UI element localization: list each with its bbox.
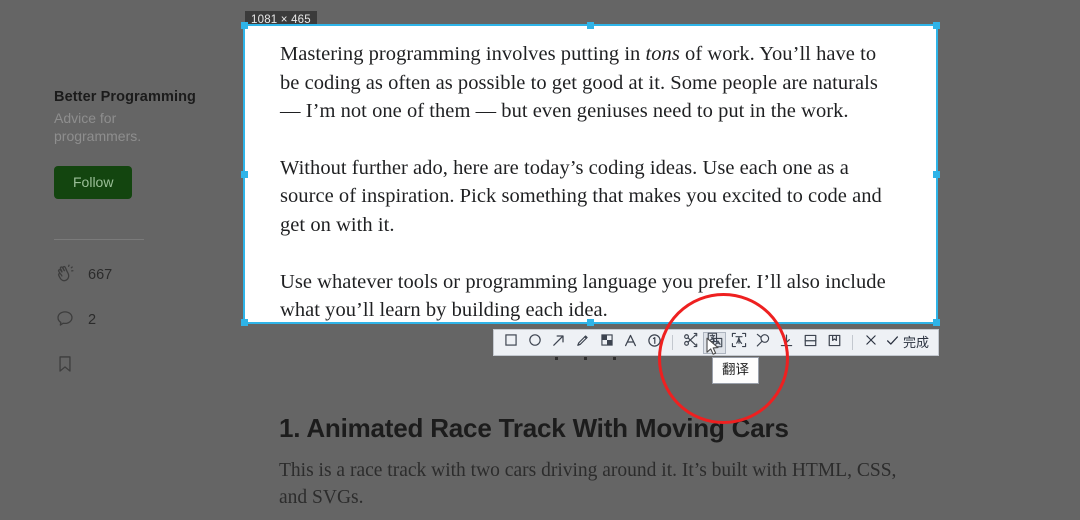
article-stats: 667 2 — [54, 260, 204, 395]
brush-size-dot-medium — [584, 357, 587, 360]
close-x-icon — [864, 333, 878, 352]
pencil-icon — [575, 333, 590, 353]
arrow-up-right-icon — [551, 333, 566, 353]
magnifier-icon — [755, 332, 771, 353]
text-tool[interactable] — [619, 332, 642, 354]
text-recognition-button[interactable] — [727, 332, 750, 354]
pen-tool[interactable] — [571, 332, 594, 354]
clap-icon — [54, 263, 76, 285]
follow-button[interactable]: Follow — [54, 166, 133, 200]
pin-window-icon — [803, 333, 818, 353]
step-number-tool[interactable] — [643, 332, 666, 354]
resize-handle-top-left[interactable] — [241, 22, 248, 29]
brush-size-dot-large — [613, 357, 616, 360]
screenshot-root: Better Programming Advice for programmer… — [0, 0, 1080, 520]
pin-to-screen-button[interactable] — [799, 332, 822, 354]
check-icon — [885, 333, 900, 353]
sidebar-divider — [54, 239, 144, 240]
bookmark-button[interactable] — [823, 332, 846, 354]
translate-icon — [707, 332, 723, 353]
paragraph-3: Use whatever tools or programming langua… — [280, 270, 886, 322]
resize-handle-middle-right[interactable] — [933, 171, 940, 178]
square-icon — [504, 333, 518, 352]
claps-stat[interactable]: 667 — [54, 260, 204, 288]
toolbar-separator-2 — [852, 335, 853, 350]
bookmark-icon — [54, 353, 76, 375]
resize-handle-top-center[interactable] — [587, 22, 594, 29]
comment-icon — [54, 308, 76, 330]
letter-a-icon — [623, 333, 638, 353]
search-image-button[interactable] — [751, 332, 774, 354]
text-frame-icon — [731, 332, 747, 353]
bookmark-stat[interactable] — [54, 350, 204, 378]
captured-article-text: Mastering programming involves putting i… — [245, 26, 936, 325]
toolbar-separator-1 — [672, 335, 673, 350]
translate-tooltip: 翻译 — [712, 357, 759, 384]
publication-description: Advice for programmers. — [54, 110, 142, 145]
section-heading: 1. Animated Race Track With Moving Cars — [279, 413, 789, 443]
rectangle-tool[interactable] — [499, 332, 522, 354]
resize-handle-bottom-right[interactable] — [933, 319, 940, 326]
numbered-circle-icon — [647, 333, 662, 353]
resize-handle-middle-left[interactable] — [241, 171, 248, 178]
resize-handle-top-right[interactable] — [933, 22, 940, 29]
save-button[interactable] — [775, 332, 798, 354]
confirm-button[interactable]: 完成 — [883, 333, 933, 353]
circle-icon — [528, 333, 542, 352]
publication-title: Better Programming — [54, 89, 196, 105]
comments-stat[interactable]: 2 — [54, 305, 204, 333]
confirm-button-label: 完成 — [903, 335, 930, 350]
capture-selection-region[interactable]: Mastering programming involves putting i… — [241, 22, 940, 326]
publication-sidebar: Better Programming Advice for programmer… — [54, 88, 204, 200]
mosaic-tool[interactable] — [595, 332, 618, 354]
download-icon — [779, 333, 794, 353]
paragraph-1: Mastering programming involves putting i… — [280, 43, 878, 123]
comments-count: 2 — [88, 311, 97, 328]
article-below-capture: 1. Animated Race Track With Moving Cars … — [279, 412, 899, 512]
translate-button[interactable] — [703, 331, 726, 354]
brush-size-dot-small — [555, 357, 558, 360]
brush-size-indicators — [555, 357, 616, 360]
cancel-button[interactable] — [859, 332, 882, 354]
paragraph-2: Without further ado, here are today’s co… — [280, 156, 882, 236]
section-body: This is a race track with two cars drivi… — [279, 459, 897, 509]
arrow-tool[interactable] — [547, 332, 570, 354]
resize-handle-bottom-center[interactable] — [587, 319, 594, 326]
ocr-scissors-icon — [683, 332, 699, 353]
resize-handle-bottom-left[interactable] — [241, 319, 248, 326]
bookmark-flag-icon — [827, 333, 842, 353]
ellipse-tool[interactable] — [523, 332, 546, 354]
claps-count: 667 — [88, 266, 113, 283]
ocr-extract-button[interactable] — [679, 332, 702, 354]
annotation-toolbar[interactable]: 完成 — [493, 329, 940, 356]
mosaic-icon — [600, 333, 614, 352]
